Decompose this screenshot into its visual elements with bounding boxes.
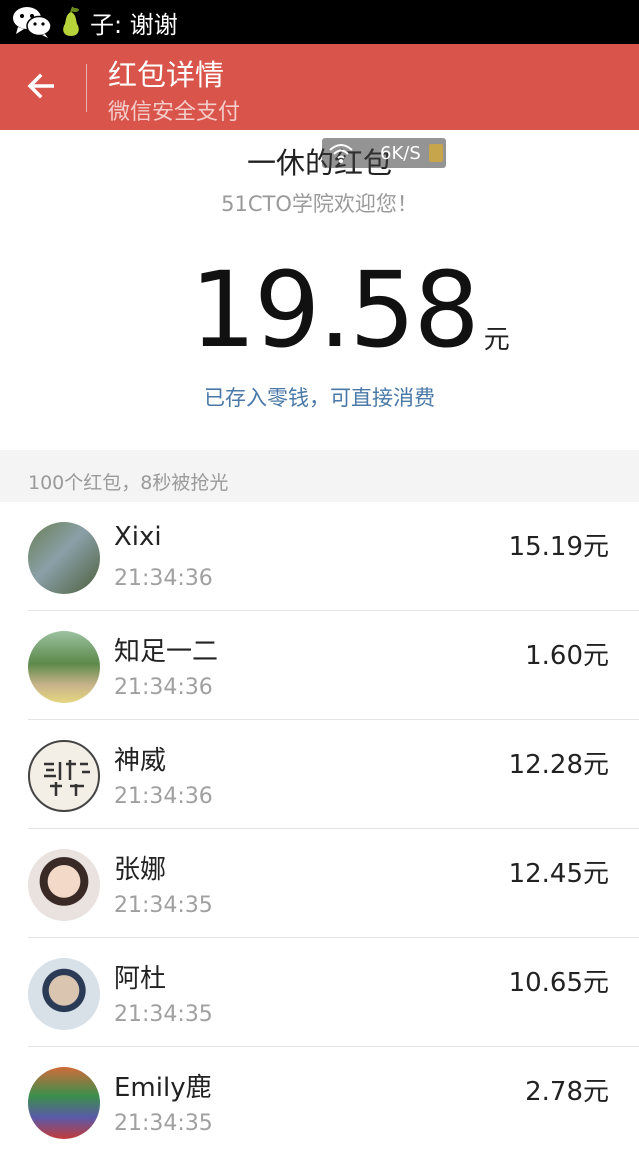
wechat-icon <box>12 5 52 39</box>
notification-text: 子: 谢谢 <box>90 10 178 39</box>
avatar <box>28 631 100 703</box>
grab-amount: 1.60元 <box>525 641 609 671</box>
sender-title: 一休的红包 <box>246 146 392 180</box>
header-divider <box>86 64 87 112</box>
wifi-icon <box>328 142 354 164</box>
grab-amount: 10.65元 <box>508 968 609 998</box>
list-item[interactable]: 神威 21:34:36 12.28元 <box>0 720 639 829</box>
grab-amount: 12.28元 <box>508 750 609 780</box>
avatar <box>28 958 100 1030</box>
grab-time: 21:34:36 <box>114 566 213 591</box>
packet-summary: 一休的红包 6K/S 51CTO学院欢迎您！ 19.58 元 已存入零钱，可直接… <box>0 130 639 450</box>
network-speed-overlay: 6K/S <box>322 138 446 168</box>
list-item[interactable]: Emily鹿 21:34:35 2.78元 <box>0 1047 639 1156</box>
amount-unit: 元 <box>483 325 510 355</box>
stored-to-wallet-link[interactable]: 已存入零钱，可直接消费 <box>0 382 639 412</box>
amount-display: 19.58 元 <box>190 258 510 362</box>
page-title: 红包详情 <box>108 58 225 92</box>
recipient-list: Xixi 21:34:36 15.19元 知足一二 21:34:36 1.60元… <box>0 502 639 1156</box>
avatar <box>28 1067 100 1139</box>
speed-text: 6K/S <box>380 142 421 164</box>
list-item[interactable]: Xixi 21:34:36 15.19元 <box>0 502 639 611</box>
speed-chip-icon <box>428 144 443 162</box>
status-bar: 子: 谢谢 <box>0 0 639 44</box>
recipient-name: 知足一二 <box>114 637 219 667</box>
back-button[interactable] <box>22 66 62 106</box>
list-item[interactable]: 张娜 21:34:35 12.45元 <box>0 829 639 938</box>
page-subtitle: 微信安全支付 <box>108 100 241 125</box>
packet-stats-bar: 100个红包，8秒被抢光 <box>0 450 639 502</box>
grab-time: 21:34:36 <box>114 675 213 700</box>
pear-icon <box>60 6 82 38</box>
grab-time: 21:34:36 <box>114 784 213 809</box>
grab-amount: 15.19元 <box>508 532 609 562</box>
avatar <box>28 522 100 594</box>
recipient-name: 神威 <box>114 746 167 776</box>
grab-amount: 12.45元 <box>508 859 609 889</box>
list-item[interactable]: 知足一二 21:34:36 1.60元 <box>0 611 639 720</box>
recipient-name: 阿杜 <box>114 964 167 994</box>
grab-amount: 2.78元 <box>525 1077 609 1107</box>
calligraphy-image <box>44 760 90 796</box>
grab-time: 21:34:35 <box>114 893 213 918</box>
recipient-name: Emily鹿 <box>114 1073 212 1103</box>
grab-time: 21:34:35 <box>114 1002 213 1027</box>
amount-value: 19.58 <box>190 249 480 371</box>
avatar <box>28 849 100 921</box>
app-header: 红包详情 微信安全支付 <box>0 44 639 130</box>
recipient-name: 张娜 <box>114 855 167 885</box>
back-arrow-icon <box>27 73 54 99</box>
grab-time: 21:34:35 <box>114 1111 213 1136</box>
greeting-message: 51CTO学院欢迎您！ <box>221 192 418 216</box>
avatar <box>28 740 100 812</box>
packet-stats-text: 100个红包，8秒被抢光 <box>28 472 229 494</box>
list-item[interactable]: 阿杜 21:34:35 10.65元 <box>0 938 639 1047</box>
recipient-name: Xixi <box>114 522 162 552</box>
